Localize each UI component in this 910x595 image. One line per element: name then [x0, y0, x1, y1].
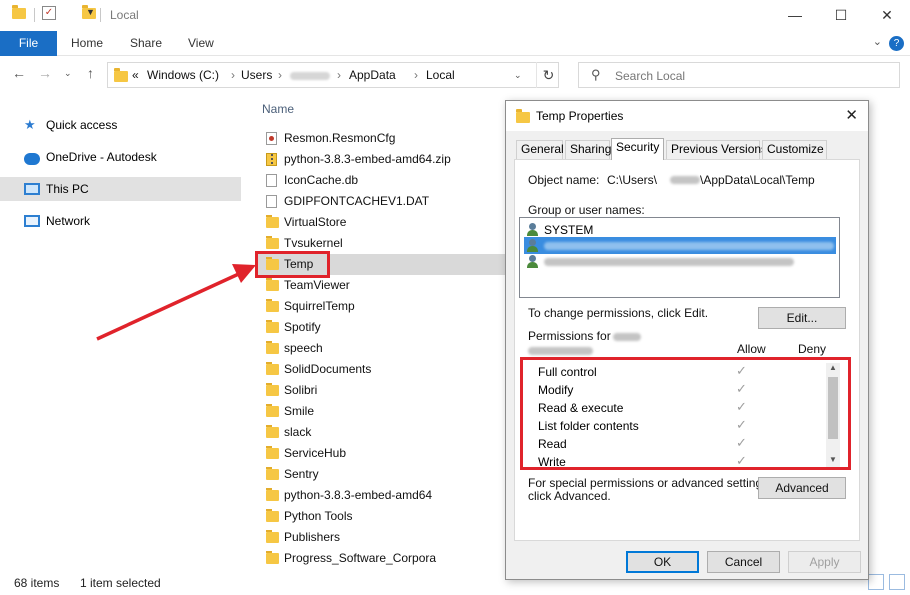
users-icon — [526, 255, 540, 268]
cancel-button[interactable]: Cancel — [707, 551, 780, 573]
dialog-title: Temp Properties — [536, 109, 624, 123]
group-users-label: Group or user names: — [528, 203, 645, 217]
object-path-prefix: C:\Users\ — [607, 173, 658, 187]
selection-count: 1 item selected — [80, 576, 161, 590]
dialog-title-bar: Temp Properties ✕ — [506, 101, 868, 131]
large-icons-view-icon[interactable] — [889, 574, 905, 590]
dialog-close-button[interactable]: ✕ — [845, 106, 858, 124]
permissions-for-label: Permissions for — [528, 329, 611, 343]
object-name-label: Object name: — [528, 173, 600, 187]
user-item-system[interactable]: SYSTEM — [524, 221, 836, 238]
allow-header: Allow — [737, 342, 766, 356]
details-view-icon[interactable] — [868, 574, 884, 590]
redacted-group-name — [544, 258, 794, 266]
folder-icon — [516, 109, 530, 123]
redacted-username — [670, 176, 700, 184]
annotation-highlight-permissions — [520, 357, 851, 470]
advanced-button[interactable]: Advanced — [758, 477, 846, 499]
special-permissions-hint: For special permissions or advanced sett… — [528, 476, 772, 490]
ok-button[interactable]: OK — [626, 551, 699, 573]
redacted-user-name — [613, 333, 641, 341]
tab-customize[interactable]: Customize — [762, 140, 827, 159]
tab-general[interactable]: General — [516, 140, 564, 159]
users-icon — [526, 223, 540, 236]
deny-header: Deny — [798, 342, 827, 356]
tab-previous-versions[interactable]: Previous Versions — [666, 140, 767, 159]
object-path-suffix: \AppData\Local\Temp — [700, 173, 815, 187]
properties-dialog: Temp Properties ✕ General Sharing Securi… — [505, 100, 869, 580]
apply-button[interactable]: Apply — [788, 551, 861, 573]
user-name: SYSTEM — [544, 223, 594, 237]
change-permissions-hint: To change permissions, click Edit. — [528, 306, 709, 320]
item-count: 68 items — [14, 576, 60, 590]
tab-security[interactable]: Security — [611, 138, 664, 160]
user-item-selected[interactable] — [524, 237, 836, 254]
tab-sharing[interactable]: Sharing — [565, 140, 611, 159]
user-item-administrators[interactable] — [524, 253, 836, 270]
user-list: SYSTEM — [519, 217, 840, 298]
redacted-user-name — [544, 242, 834, 250]
user-icon — [526, 239, 540, 252]
special-permissions-hint-2: click Advanced. — [528, 489, 611, 503]
redacted-user-name — [528, 347, 593, 355]
edit-button[interactable]: Edit... — [758, 307, 846, 329]
